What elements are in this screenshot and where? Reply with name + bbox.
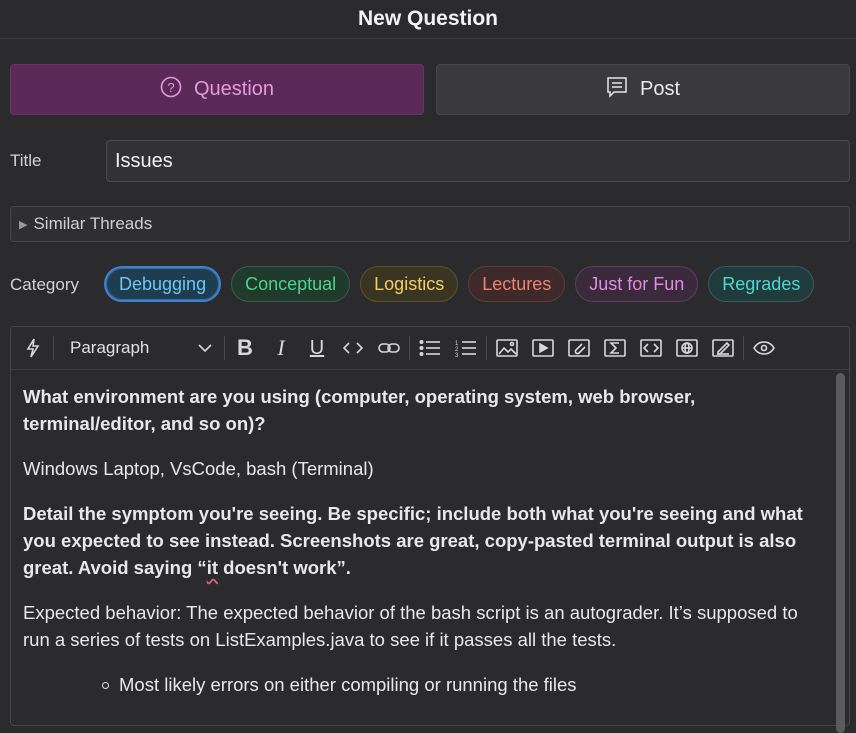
bullet-list-icon[interactable] bbox=[412, 332, 448, 364]
toolbar-divider bbox=[743, 336, 744, 360]
attachment-icon[interactable] bbox=[561, 332, 597, 364]
rich-text-editor[interactable]: Paragraph B I U 123 What environment are… bbox=[10, 326, 850, 733]
title-input[interactable] bbox=[106, 140, 850, 182]
toolbar-divider bbox=[409, 336, 410, 360]
post-icon bbox=[606, 76, 628, 104]
image-icon[interactable] bbox=[489, 332, 525, 364]
toolbar-divider bbox=[53, 336, 54, 360]
code-block-icon[interactable] bbox=[633, 332, 669, 364]
list-item: Most likely errors on either compiling o… bbox=[23, 671, 823, 698]
underline-icon[interactable]: U bbox=[299, 332, 335, 364]
category-chip-regrades[interactable]: Regrades bbox=[708, 266, 815, 302]
bold-icon[interactable]: B bbox=[227, 332, 263, 364]
category-chips: Debugging Conceptual Logistics Lectures Just… bbox=[104, 266, 815, 302]
bullet-list: Most likely errors on either compiling o… bbox=[23, 671, 823, 698]
lightning-icon[interactable] bbox=[15, 332, 51, 364]
preview-eye-icon[interactable] bbox=[746, 332, 782, 364]
category-chip-logistics[interactable]: Logistics bbox=[360, 266, 459, 302]
svg-text:3: 3 bbox=[455, 353, 459, 357]
post-type-button[interactable]: Post bbox=[436, 64, 850, 115]
question-type-label: Question bbox=[193, 78, 275, 100]
prompt-symptom-text: Detail the symptom you're seeing. Be spe… bbox=[23, 503, 803, 578]
spellcheck-word: it bbox=[206, 557, 218, 578]
annotate-pen-icon[interactable] bbox=[705, 332, 741, 364]
video-icon[interactable] bbox=[525, 332, 561, 364]
chevron-down-icon bbox=[198, 338, 212, 358]
category-label: Category bbox=[10, 275, 79, 294]
title-label: Title bbox=[10, 151, 42, 170]
paragraph-style-select[interactable]: Paragraph bbox=[56, 332, 222, 364]
similar-threads-toggle[interactable]: ▶ Similar Threads bbox=[10, 206, 850, 242]
category-chip-lectures[interactable]: Lectures bbox=[468, 266, 566, 302]
web-embed-icon[interactable] bbox=[669, 332, 705, 364]
numbered-list-icon[interactable]: 123 bbox=[448, 332, 484, 364]
similar-threads-label: Similar Threads bbox=[33, 214, 153, 233]
italic-icon[interactable]: I bbox=[263, 332, 299, 364]
post-type-label: Post bbox=[639, 78, 681, 100]
toolbar-divider bbox=[224, 336, 225, 360]
editor-toolbar: Paragraph B I U 123 bbox=[11, 327, 849, 370]
math-sigma-icon[interactable] bbox=[597, 332, 633, 364]
page-header: New Question bbox=[0, 0, 856, 39]
prompt-symptom-end: doesn't work”. bbox=[218, 557, 351, 578]
page-title: New Question bbox=[357, 7, 499, 30]
link-icon[interactable] bbox=[371, 332, 407, 364]
prompt-environment: What environment are you using (computer… bbox=[23, 386, 696, 434]
category-chip-conceptual[interactable]: Conceptual bbox=[231, 266, 351, 302]
answer-expected-behavior: Expected behavior: The expected behavior… bbox=[23, 602, 798, 650]
toolbar-divider bbox=[486, 336, 487, 360]
question-circle-icon: ? bbox=[160, 76, 182, 104]
prompt-symptom: Detail the symptom you're seeing. Be spe… bbox=[23, 503, 803, 578]
inline-code-icon[interactable] bbox=[335, 332, 371, 364]
expand-triangle-icon: ▶ bbox=[19, 218, 28, 231]
editor-scrollbar[interactable] bbox=[836, 373, 845, 733]
question-type-button[interactable]: ? Question bbox=[10, 64, 424, 115]
editor-content[interactable]: What environment are you using (computer… bbox=[23, 383, 823, 698]
category-chip-debugging[interactable]: Debugging bbox=[104, 266, 222, 302]
paragraph-style-label: Paragraph bbox=[70, 338, 150, 357]
svg-text:?: ? bbox=[167, 80, 174, 95]
answer-environment: Windows Laptop, VsCode, bash (Terminal) bbox=[23, 458, 374, 479]
category-chip-just-for-fun[interactable]: Just for Fun bbox=[575, 266, 699, 302]
